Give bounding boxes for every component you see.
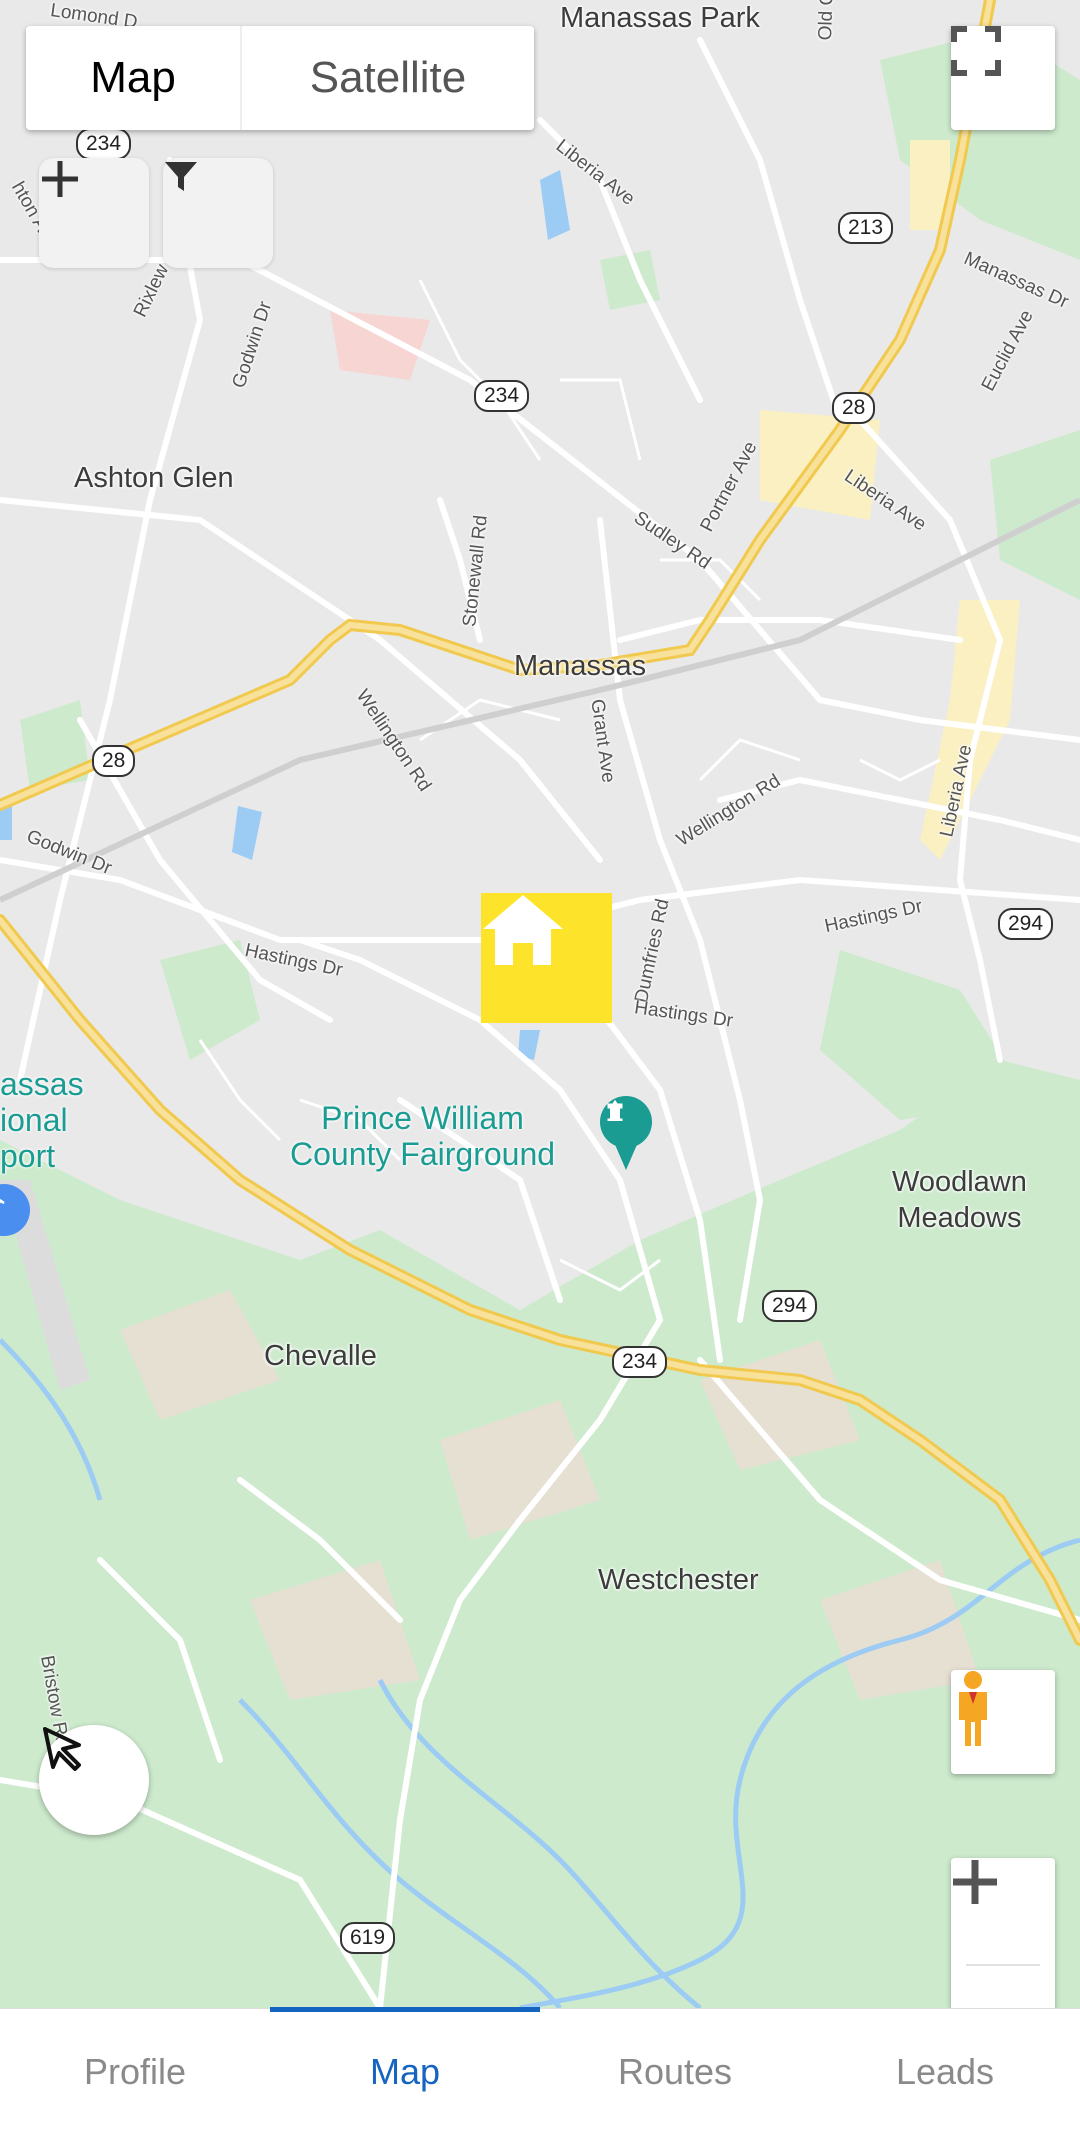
fullscreen-icon xyxy=(951,26,1001,76)
plus-icon xyxy=(42,161,78,197)
place-label-westchester: Westchester xyxy=(598,1564,759,1596)
filter-button[interactable] xyxy=(163,158,273,268)
route-shield: 234 xyxy=(76,128,132,160)
tab-routes[interactable]: Routes xyxy=(540,2009,810,2134)
place-label-ashton-glen: Ashton Glen xyxy=(74,462,234,494)
home-icon xyxy=(483,895,563,965)
poi-label-fairground[interactable]: Prince William County Fairground xyxy=(290,1100,555,1172)
route-shield: 294 xyxy=(998,908,1054,940)
place-label-woodlawn-meadows: Woodlawn Meadows xyxy=(892,1166,1027,1234)
map-type-map-button[interactable]: Map xyxy=(26,26,242,130)
fullscreen-button[interactable] xyxy=(951,26,1055,130)
route-shield: 28 xyxy=(92,745,136,777)
tab-profile[interactable]: Profile xyxy=(0,2009,270,2134)
street-view-button[interactable] xyxy=(951,1670,1055,1774)
place-label-chevalle: Chevalle xyxy=(264,1340,377,1372)
home-marker[interactable] xyxy=(481,893,612,1023)
add-button[interactable] xyxy=(39,158,149,268)
map-type-toggle: Map Satellite xyxy=(26,26,534,130)
route-shield: 294 xyxy=(762,1290,818,1322)
place-label-manassas-park: Manassas Park xyxy=(560,2,760,34)
route-shield: 213 xyxy=(838,212,894,244)
poi-pin-tail xyxy=(613,1140,639,1170)
road-label: Old Centrevill xyxy=(815,0,841,41)
tab-leads[interactable]: Leads xyxy=(810,2009,1080,2134)
tab-map[interactable]: Map xyxy=(270,2007,540,2134)
route-shield: 619 xyxy=(340,1922,396,1954)
plus-icon xyxy=(953,1860,997,1904)
zoom-in-button[interactable] xyxy=(951,1858,1055,2008)
cursor-arrow-icon xyxy=(43,1727,81,1771)
pegman-icon xyxy=(959,1671,987,1746)
place-label-airport: assas ional port xyxy=(0,1066,84,1174)
route-shield: 234 xyxy=(612,1346,668,1378)
map-canvas[interactable]: Lomond D Manassas Park Old Centrevill Li… xyxy=(0,0,1080,2008)
place-label-manassas: Manassas xyxy=(514,650,647,682)
route-shield: 28 xyxy=(832,392,876,424)
map-type-satellite-button[interactable]: Satellite xyxy=(242,26,534,130)
bottom-nav: Profile Map Routes Leads xyxy=(0,2007,1080,2134)
zoom-divider xyxy=(966,1964,1040,1966)
filter-icon xyxy=(165,162,197,191)
route-shield: 234 xyxy=(474,380,530,412)
select-mode-button[interactable] xyxy=(39,1725,149,1835)
